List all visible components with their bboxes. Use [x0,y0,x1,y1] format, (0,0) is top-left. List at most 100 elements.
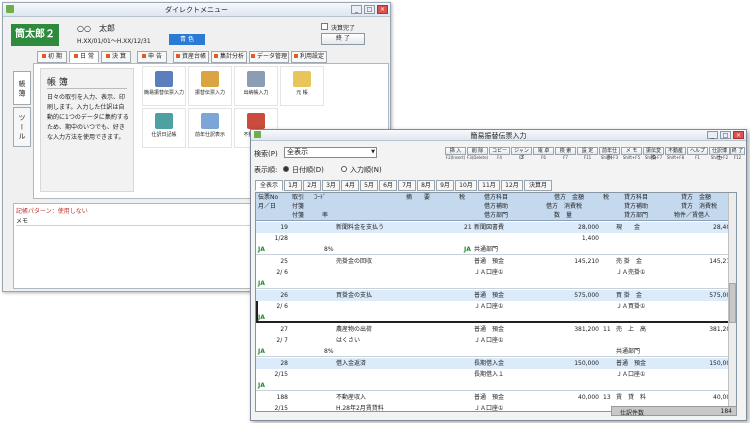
order-input-radio[interactable] [341,166,347,172]
tab-initial[interactable]: 初 期 [37,51,67,63]
settle-label: 決算完了 [331,25,356,32]
search-label: 検索(P) [254,150,278,158]
app-logo: 筒太郎２ [11,24,59,46]
tile-ledger[interactable]: 元 帳 [280,66,324,106]
row-date: 2/ 7 [276,337,288,344]
row-dr-account: 普通 預金 [474,258,505,265]
prev-year-journal-button[interactable]: 前年仕訳 Shift+F3 [599,147,620,162]
tab-month-9[interactable]: 9月 [436,180,454,191]
exit-button[interactable]: 終 了 F12 [730,147,745,162]
side-tab-books[interactable]: 帳 簿 [13,71,31,105]
tab-month-2[interactable]: 2月 [303,180,321,191]
tab-filing[interactable]: 申 告 [137,51,167,63]
tab-all[interactable]: 全表示 [255,180,283,191]
row-dr-account: 新聞図書費 [474,224,505,231]
header-dr-amount: 借方 金額 [554,194,585,201]
tab-month-6[interactable]: 6月 [379,180,397,191]
tab-month-12[interactable]: 12月 [501,180,523,191]
row-description-2: H.28年2月賃貸料 [336,405,384,412]
table-row[interactable]: 26 買掛金の支払 普通 預金 575,000 買 掛 金 575,000 2/… [256,290,736,323]
tab-closing-month[interactable]: 決算月 [524,180,552,191]
tab-data-management[interactable]: データ管理 [249,51,289,63]
row-cr-sub: ＪＡ口座① [616,371,646,378]
header-description: 摘 要 [406,194,431,201]
tab-month-5[interactable]: 5月 [360,180,378,191]
table-row[interactable]: 27 農産物の出荷 普通 預金 381,200 11 売 上 高 381,200… [256,324,736,357]
journal-count-label: 仕訳件数 [620,410,645,417]
tab-daily[interactable]: 日 常 [69,51,99,63]
fiscal-period: H.XX/01/01～H.XX/12/31 [77,38,151,45]
minimize-icon[interactable]: _ [707,131,718,139]
ja-mark: JA [464,246,471,253]
copy-button[interactable]: コピー F4 [489,147,510,162]
row-date: 2/15 [274,405,288,412]
side-tab-tools[interactable]: ツ ー ル [13,107,31,147]
tab-settlement[interactable]: 決 算 [101,51,131,63]
header-cr-tax: 税 [603,194,610,201]
delete-button[interactable]: 削 除 F3(Delete) [467,147,488,162]
insert-button[interactable]: 挿 入 F2(Insert) [445,147,466,162]
row-date: 1/28 [274,235,288,242]
jump-button[interactable]: ジャンプ F5 [511,147,532,162]
tab-marker-icon [250,54,255,58]
row-cr-account: 賃 貸 料 [616,394,647,401]
tab-month-10[interactable]: 10月 [455,180,477,191]
memo-pattern: 記帳パターン：使用しない [16,208,88,215]
table-row[interactable]: 28 借入金返済 長期借入金 150,000 普通 預金 150,000 2/1… [256,358,736,391]
scrollbar-thumb[interactable] [729,283,736,323]
find-button[interactable]: 検 索 F7 [555,147,576,162]
row-dr-amount: 381,200 [574,326,599,333]
slip-no: 19 [280,224,288,231]
minimize-icon[interactable]: _ [351,5,362,14]
maximize-icon[interactable]: □ [364,5,375,14]
help-button[interactable]: ヘルプ F1 [687,147,708,162]
tab-marker-icon [142,54,147,58]
real-estate-button[interactable]: 不動産 Shift+F8 [665,147,686,162]
table-row[interactable]: 19 新聞料金を支払う 21 新聞図書費 28,000 現 金 28,400 1… [256,222,736,255]
book-info-box: 帳 簿 日々の取引を入力、表示、印刷します。入力した仕訳は自動的に1つのデータに… [40,68,134,192]
journal-grid: 伝票No 取引 ｺｰﾄﾞ 摘 要 税 借方科目 借方 金額 税 貸方科目 貸方 … [255,192,737,412]
vertical-scrollbar[interactable] [728,193,736,411]
table-row[interactable]: 25 売掛金の回収 普通 預金 145,210 売 掛 金 145,210 2/… [256,256,736,289]
tab-month-1[interactable]: 1月 [284,180,302,191]
tile-simple-transfer[interactable]: 簡易振替伝票入力 [142,66,186,106]
tab-month-8[interactable]: 8月 [417,180,435,191]
tab-month-4[interactable]: 4月 [341,180,359,191]
config-button[interactable]: 設 定 F11 [577,147,598,162]
calculator-button[interactable]: 電 卓 F6 [533,147,554,162]
tab-settings[interactable]: 利用設定 [291,51,327,63]
journal-doctor-button[interactable]: 仕訳博士 Shift+F2 [709,147,730,162]
header-date: 月／日 [258,203,277,210]
row-cr-sub: ＪＡ売掛① [616,269,646,276]
row-cr-amount: 575,000 [709,292,734,299]
row-dr-account: 普通 預金 [474,292,505,299]
slip-no: 26 [280,292,288,299]
book-description: 日々の取引を入力、表示、印刷します。入力した仕訳は自動的に1つのデータに集約する… [47,94,129,141]
maximize-icon[interactable]: □ [720,131,731,139]
convert-slip-button[interactable]: 振伝変換 Shift+F7 [643,147,664,162]
row-cr-dept: 共通部門 [616,348,641,355]
ja-mark: JA [258,314,265,321]
tile-cashbook[interactable]: 出納帳入力 [234,66,278,106]
tab-month-11[interactable]: 11月 [478,180,500,191]
tile-prev-year[interactable]: 前年仕訳表示 [188,108,232,148]
row-cr-amount: 145,210 [709,258,734,265]
tab-month-7[interactable]: 7月 [398,180,416,191]
tab-month-3[interactable]: 3月 [322,180,340,191]
memo-button[interactable]: メ モ Shift+F5 [621,147,642,162]
end-button[interactable]: 終 了 [321,33,365,45]
search-select[interactable]: 全表示 ▼ [284,147,377,158]
close-icon[interactable]: × [377,5,388,14]
header-dr-account: 借方科目 [484,194,509,201]
slip-icon [201,71,219,87]
color-badge[interactable]: 青 色 [169,34,205,45]
header-tag2: 付箋 [292,212,305,219]
tab-analysis[interactable]: 集計分析 [211,51,247,63]
settle-checkbox[interactable] [321,23,328,30]
close-icon[interactable]: × [733,131,744,139]
tab-asset-ledger[interactable]: 資産台帳 [173,51,209,63]
tile-journal[interactable]: 仕訳日記帳 [142,108,186,148]
row-cr-account: 売 掛 金 [616,258,642,265]
order-date-radio[interactable] [283,166,289,172]
tile-transfer-slip[interactable]: 振替伝票入力 [188,66,232,106]
